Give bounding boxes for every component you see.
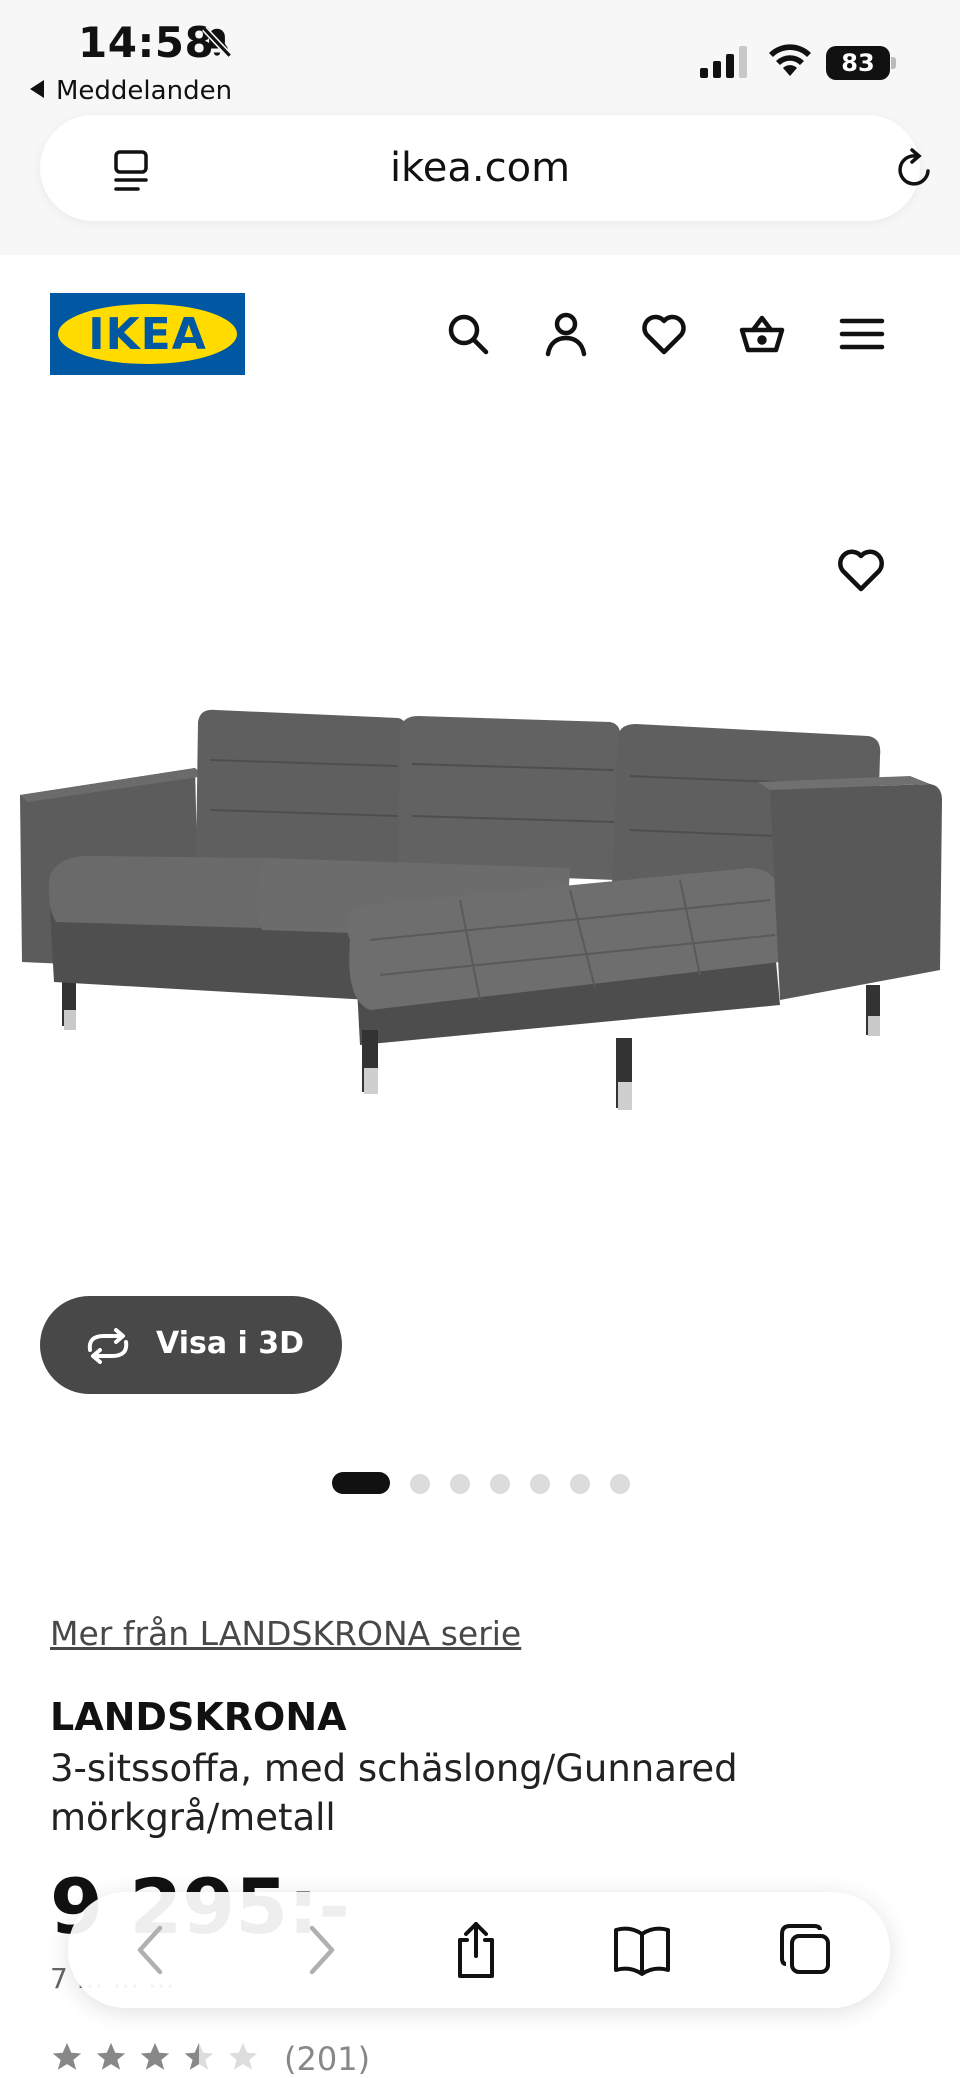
share-icon[interactable] [446,1920,506,1980]
reload-icon[interactable] [892,147,936,191]
star-half-icon [184,2042,214,2070]
gallery-dot[interactable] [530,1474,550,1494]
review-count[interactable]: (201) [284,2040,370,2078]
product-name: LANDSKRONA [50,1695,347,1739]
browser-bottom-toolbar [68,1892,890,2008]
battery-indicator: 83 [826,46,896,80]
gallery-dot[interactable] [490,1474,510,1494]
star-empty-icon [228,2042,258,2070]
gallery-dot[interactable] [450,1474,470,1494]
battery-nub [891,57,896,69]
sofa-product-image [20,709,942,1110]
rotate-3d-icon [87,1328,129,1364]
status-bar: 14:58 Meddelanden 83 [0,0,960,115]
back-app-label: Meddelanden [56,76,233,106]
gallery-dot[interactable] [610,1474,630,1494]
bookmarks-icon[interactable] [612,1920,672,1980]
series-link[interactable]: Mer från LANDSKRONA serie [50,1614,521,1653]
star-full-icon [52,2042,82,2070]
gallery-dot-active[interactable] [332,1472,390,1494]
battery-level: 83 [826,46,890,80]
wifi-icon [769,44,811,76]
gallery-dot[interactable] [410,1474,430,1494]
cart-icon[interactable] [738,310,786,358]
star-full-icon [140,2042,170,2070]
cellular-signal-icon [700,46,747,78]
tabs-icon[interactable] [776,1920,836,1980]
ikea-logo[interactable]: IKEA [50,293,245,375]
gallery-dot[interactable] [570,1474,590,1494]
logo-text: IKEA [88,309,207,360]
bell-muted-icon [202,26,232,58]
search-icon[interactable] [444,310,492,358]
forward-icon[interactable] [290,1920,350,1980]
back-to-app-link[interactable]: Meddelanden [30,76,232,106]
back-arrow-icon [30,80,44,98]
menu-icon[interactable] [838,310,886,358]
back-icon[interactable] [122,1920,182,1980]
add-to-favorites-icon[interactable] [836,546,886,594]
view-in-3d-button[interactable]: Visa i 3D [40,1296,342,1394]
favorites-icon[interactable] [640,310,688,358]
browser-top-bar: ikea.com [0,115,960,255]
address-bar[interactable]: ikea.com [40,115,930,221]
view-in-3d-label: Visa i 3D [156,1326,305,1361]
star-full-icon [96,2042,126,2070]
url-text: ikea.com [389,145,571,191]
product-description: 3-sitssoffa, med schäslong/Gunnared mörk… [50,1747,738,1839]
status-time: 14:58 [78,18,215,67]
account-icon[interactable] [542,310,590,358]
